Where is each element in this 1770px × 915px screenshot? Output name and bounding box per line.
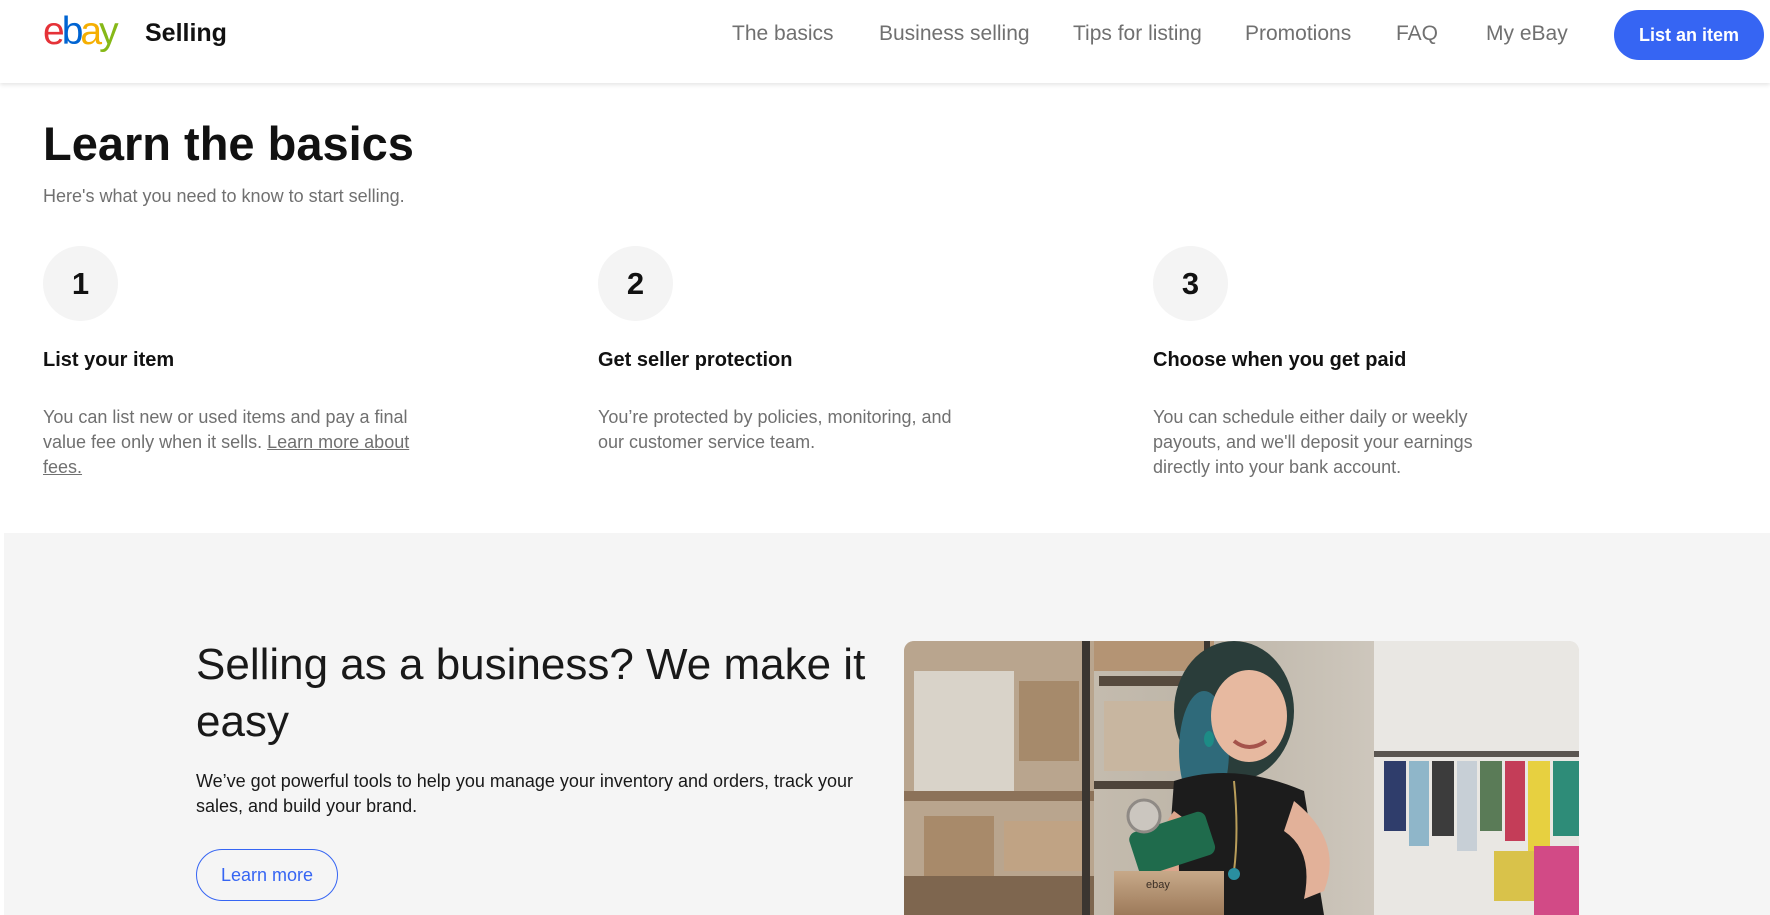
- nav-promotions[interactable]: Promotions: [1245, 22, 1351, 46]
- nav-business-selling[interactable]: Business selling: [879, 22, 1030, 46]
- business-heading: Selling as a business? We make it easy: [196, 640, 866, 746]
- nav-tips-for-listing[interactable]: Tips for listing: [1073, 22, 1202, 46]
- step-description: You can schedule either daily or weekly …: [1153, 407, 1473, 477]
- list-an-item-button[interactable]: List an item: [1614, 10, 1764, 60]
- ebay-logo[interactable]: ebay: [43, 12, 119, 52]
- step-title: Choose when you get paid: [1153, 349, 1407, 371]
- seller-packing-photo: ebay: [904, 641, 1579, 915]
- business-description: We’ve got powerful tools to help you man…: [196, 771, 854, 816]
- learn-more-button[interactable]: Learn more: [196, 849, 338, 901]
- step-number-badge: 2: [598, 246, 673, 321]
- step-title: Get seller protection: [598, 349, 793, 371]
- seller-packing-photo-art: ebay: [904, 641, 1579, 915]
- nav-faq[interactable]: FAQ: [1396, 22, 1438, 46]
- step-description: You’re protected by policies, monitoring…: [598, 407, 952, 452]
- step-number-badge: 1: [43, 246, 118, 321]
- nav-the-basics[interactable]: The basics: [732, 22, 834, 46]
- learn-more-about-fees-link[interactable]: Learn more about: [267, 432, 409, 452]
- box-logo-text: ebay: [1146, 879, 1170, 891]
- section-title[interactable]: Selling: [145, 19, 227, 48]
- step-description: You can list new or used items and pay a…: [43, 407, 410, 477]
- nav-my-ebay[interactable]: My eBay: [1486, 22, 1568, 46]
- fees-link[interactable]: fees.: [43, 457, 82, 477]
- step-title: List your item: [43, 349, 175, 371]
- step-number-badge: 3: [1153, 246, 1228, 321]
- top-header: ebay Selling The basics Business selling…: [0, 0, 1770, 83]
- page-subheading: Here's what you need to know to start se…: [43, 186, 405, 206]
- page-heading: Learn the basics: [43, 117, 414, 170]
